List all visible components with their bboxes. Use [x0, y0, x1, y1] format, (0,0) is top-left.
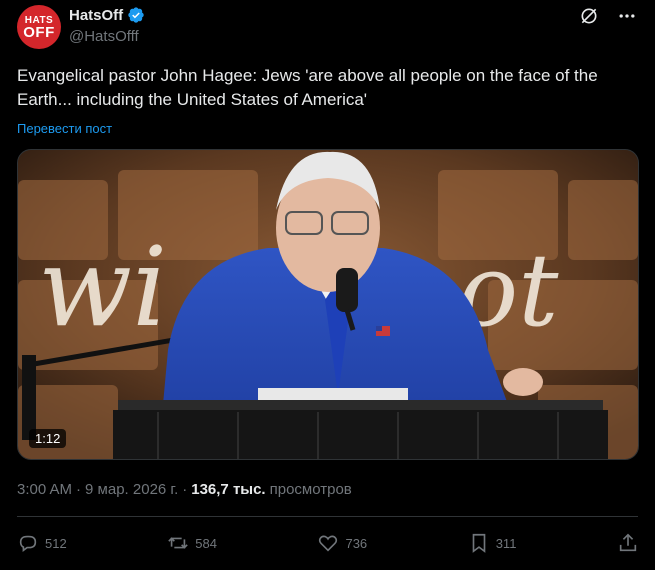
- like-button[interactable]: 736: [317, 532, 367, 554]
- video-frame: wi ot: [18, 150, 638, 459]
- avatar[interactable]: HATS OFF: [17, 5, 61, 49]
- bookmark-button[interactable]: 311: [468, 532, 517, 554]
- backdrop-lettering: wi: [38, 223, 167, 351]
- tweet-time[interactable]: 3:00 AM: [17, 481, 72, 498]
- author-name[interactable]: HatsOff: [69, 7, 123, 24]
- author-name-row[interactable]: HatsOff: [69, 6, 145, 24]
- tweet-meta: 3:00 AM · 9 мар. 2026 г. · 136,7 тыс. пр…: [17, 481, 352, 498]
- tweet-text: Evangelical pastor John Hagee: Jews 'are…: [17, 66, 598, 109]
- header-actions: [579, 6, 637, 26]
- like-count: 736: [345, 535, 368, 551]
- avatar-text-bottom: OFF: [23, 23, 55, 41]
- views-label: просмотров: [269, 481, 352, 498]
- tweet-date[interactable]: 9 мар. 2026 г.: [85, 481, 178, 498]
- reply-button[interactable]: 512: [17, 532, 67, 554]
- translate-post-link[interactable]: Перевести пост: [17, 121, 112, 136]
- reply-icon: [19, 535, 37, 552]
- bookmark-count: 311: [495, 535, 517, 551]
- share-button[interactable]: [617, 532, 639, 554]
- reply-count: 512: [45, 535, 67, 551]
- verified-badge-icon: [128, 7, 144, 23]
- share-icon: [619, 533, 637, 552]
- video-player[interactable]: wi ot 1:12: [17, 149, 639, 460]
- meta-separator: ·: [76, 481, 82, 498]
- views-count: 136,7 тыс.: [191, 481, 266, 498]
- bookmark-icon: [472, 533, 486, 553]
- divider: [17, 516, 638, 517]
- meta-separator: ·: [182, 481, 188, 498]
- video-duration-badge: 1:12: [29, 429, 67, 448]
- repost-count: 584: [195, 535, 217, 551]
- author-handle[interactable]: @HatsOfff: [69, 28, 139, 45]
- grok-icon[interactable]: [579, 6, 599, 26]
- heart-icon: [319, 535, 338, 552]
- more-options-icon[interactable]: [617, 6, 637, 26]
- repost-icon: [168, 537, 188, 549]
- repost-button[interactable]: 584: [167, 532, 217, 554]
- tweet-actions: 512 584 736 311: [17, 532, 639, 554]
